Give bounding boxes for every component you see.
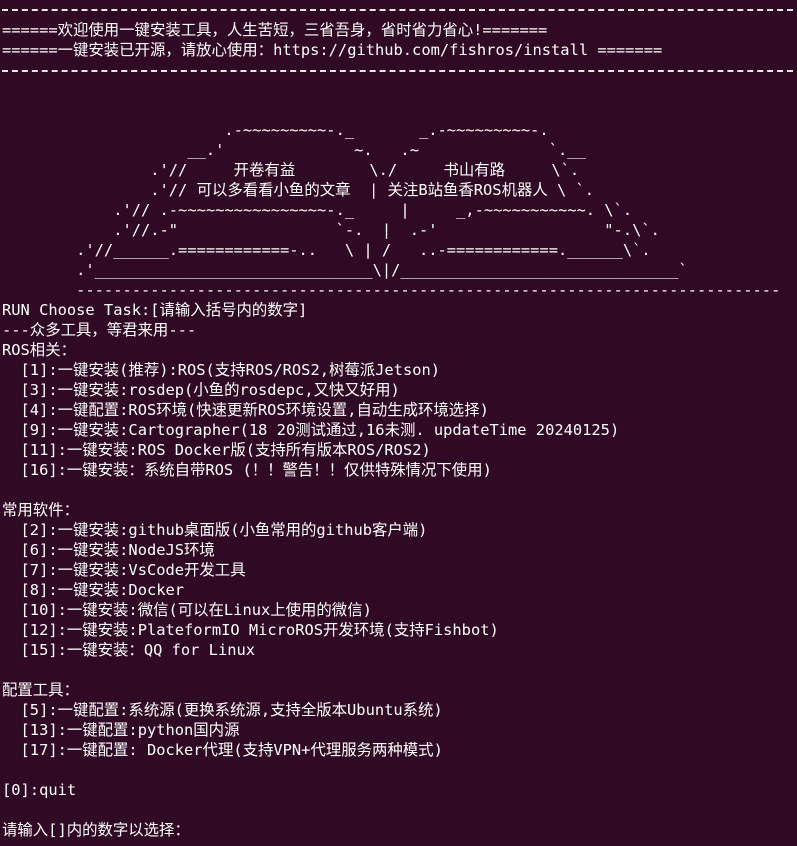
header-welcome-line: ======欢迎使用一键安装工具，人生苦短，三省吾身，省时省力省心!======…	[2, 21, 548, 39]
menu-option-5: [5]:一键配置:系统源(更换系统源,支持全版本Ubuntu系统)	[2, 701, 443, 719]
menu-option-2: [2]:一键安装:github桌面版(小鱼常用的github客户端)	[2, 521, 428, 539]
ascii-art-line: .'//.-" `-. | .-' "-.\`.	[2, 221, 660, 239]
menu-option-10: [10]:一键安装:微信(可以在Linux上使用的微信)	[2, 601, 372, 619]
menu-option-7: [7]:一键安装:VsCode开发工具	[2, 561, 246, 579]
ascii-art-line: .'// 可以多看看小鱼的文章 | 关注B站鱼香ROS机器人 \ `.	[2, 181, 595, 199]
menu-option-1: [1]:一键安装(推荐):ROS(支持ROS/ROS2,树莓派Jetson)	[2, 361, 441, 379]
ascii-art-line: .'// .-~~~~~~~~~~~~~~~~-._ | _,-~~~~~~~~…	[2, 201, 633, 219]
menu-option-13: [13]:一键配置:python国内源	[2, 721, 240, 739]
header-opensource-line: ======一键安装已开源，请放心使用：https://github.com/f…	[2, 41, 663, 59]
menu-option-8: [8]:一键安装:Docker	[2, 581, 185, 599]
menu-option-4: [4]:一键配置:ROS环境(快速更新ROS环境设置,自动生成环境选择)	[2, 401, 489, 419]
menu-option-6: [6]:一键安装:NodeJS环境	[2, 541, 215, 559]
choose-task-prompt: RUN Choose Task:[请输入括号内的数字]	[2, 301, 308, 319]
section-title-config: 配置工具：	[2, 681, 79, 699]
menu-option-12: [12]:一键安装:PlateformIO MicroROS开发环境(支持Fis…	[2, 621, 499, 639]
input-prompt[interactable]: 请输入[]内的数字以选择：	[2, 820, 190, 840]
menu-option-quit: [0]:quit	[2, 781, 77, 799]
menu-option-17: [17]:一键配置: Docker代理(支持VPN+代理服务两种模式)	[2, 741, 443, 759]
terminal-window[interactable]: ======欢迎使用一键安装工具，人生苦短，三省吾身，省时省力省心!======…	[0, 0, 797, 846]
ascii-art-line: __.' ~. .~ `.__	[2, 141, 586, 159]
menu-subtitle: ---众多工具，等君来用---	[2, 321, 197, 339]
header-rule-top	[2, 9, 793, 11]
ascii-art-line: ----------------------------------------…	[2, 281, 781, 299]
header-rule-bottom	[2, 70, 793, 72]
menu-option-9: [9]:一键安装:Cartographer(18 20测试通过,16未测. up…	[2, 421, 620, 439]
ascii-art-line: .'//______.============-.. \ | / ..-====…	[2, 241, 651, 259]
ascii-art-line: .'______________________________\|/_____…	[2, 261, 688, 279]
menu-option-15: [15]:一键安装：QQ for Linux	[2, 641, 256, 659]
section-title-software: 常用软件：	[2, 501, 79, 519]
section-title-ros: ROS相关：	[2, 341, 76, 359]
ascii-art-line: .-~~~~~~~~~-._ _.-~~~~~~~~~-.	[2, 121, 549, 139]
menu-option-16: [16]:一键安装：系统自带ROS (！！警告！！仅供特殊情况下使用)	[2, 461, 492, 479]
ascii-art-line: .'// 开卷有益 \./ 书山有路 \`.	[2, 161, 580, 179]
menu-option-11: [11]:一键安装:ROS Docker版(支持所有版本ROS/ROS2)	[2, 441, 431, 459]
menu-option-3: [3]:一键安装:rosdep(小鱼的rosdepc,又快又好用)	[2, 381, 400, 399]
